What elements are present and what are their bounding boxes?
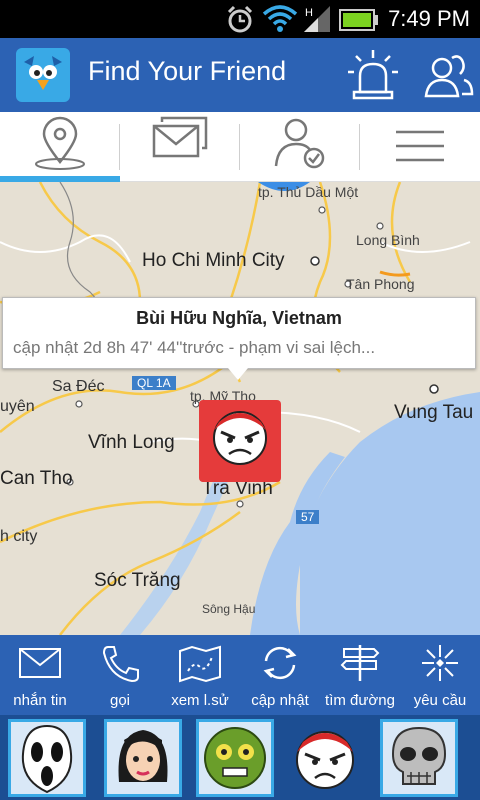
map-label-song-hau: Sông Hậu <box>202 602 256 616</box>
map-pin-icon <box>35 116 85 170</box>
map-view[interactable]: tp. Thủ Dầu Một Long Bình Ho Chi Minh Ci… <box>0 182 480 635</box>
friend-avatar-angry-selected[interactable] <box>286 719 364 797</box>
tab-messages[interactable] <box>120 112 240 182</box>
map-route-57: 57 <box>296 510 320 524</box>
info-window-title: Bùi Hữu Nghĩa, Vietnam <box>136 308 342 328</box>
action-call-button[interactable]: gọi <box>80 635 160 715</box>
friend-avatar-zombie[interactable] <box>196 719 274 797</box>
tab-menu[interactable] <box>360 112 480 182</box>
alarm-clock-icon <box>227 5 253 33</box>
tab-bar <box>0 112 480 182</box>
friends-strip <box>0 715 480 800</box>
app-title: Find Your Friend <box>88 56 287 86</box>
refresh-icon <box>263 646 297 680</box>
envelope-icon <box>19 648 61 678</box>
ghost-mask-avatar-icon <box>21 724 73 794</box>
map-label-thu-dau-mot: tp. Thủ Dầu Một <box>258 184 359 200</box>
action-message-button[interactable]: nhắn tin <box>0 635 80 715</box>
svg-text:H: H <box>305 7 313 19</box>
signal-icon: H <box>304 6 330 32</box>
alert-button[interactable] <box>344 46 402 104</box>
phone-icon <box>102 646 139 683</box>
action-directions-button[interactable]: tìm đường <box>320 635 400 715</box>
action-bar: nhắn tin gọi xem l.sử cập nhật tìm đường <box>0 635 480 715</box>
action-history-button[interactable]: xem l.sử <box>160 635 240 715</box>
battery-icon <box>339 9 378 31</box>
friend-avatar-girl[interactable] <box>104 719 182 797</box>
friend-location-marker[interactable] <box>199 400 281 482</box>
map-label-hcm: Ho Chi Minh City <box>142 250 285 271</box>
friend-avatar-ghost[interactable] <box>8 719 86 797</box>
app-logo[interactable] <box>16 48 70 102</box>
map-history-icon <box>179 645 221 683</box>
siren-icon <box>348 50 398 100</box>
skull-avatar-icon <box>391 726 447 785</box>
tab-contacts[interactable] <box>240 112 360 182</box>
menu-icon <box>396 130 444 162</box>
map-label-tan-phong: Tân Phong <box>346 276 415 292</box>
map-label-vung-tau: Vung Tau <box>394 402 474 423</box>
request-icon <box>422 645 458 681</box>
zombie-avatar-icon <box>204 727 266 789</box>
map-label-h-city: h city <box>0 528 38 545</box>
info-window-pointer <box>228 368 248 380</box>
map-label-uyen: uyên <box>0 398 35 415</box>
map-label-vinh-long: Vĩnh Long <box>88 432 175 453</box>
map-label-sa-dec: Sa Đéc <box>52 378 105 395</box>
map-label-soc-trang: Sóc Trăng <box>94 570 181 591</box>
girl-avatar-icon <box>118 730 168 782</box>
action-request-button[interactable]: yêu cầu <box>400 635 480 715</box>
status-bar: H 7:49 PM <box>0 0 480 38</box>
status-time: 7:49 PM <box>388 6 470 31</box>
angry-face-avatar-icon <box>296 731 354 789</box>
map-label-long-binh: Long Bình <box>356 232 420 248</box>
tab-map[interactable] <box>0 112 120 182</box>
friends-button[interactable] <box>420 46 478 104</box>
user-check-icon <box>274 118 325 169</box>
map-route-ql1a: QL 1A <box>132 376 176 390</box>
wifi-icon <box>262 5 298 32</box>
friend-avatar-skull[interactable] <box>380 719 458 797</box>
friends-icon <box>424 55 474 98</box>
info-window-subtitle: cập nhật 2d 8h 47' 44''trước - phạm vi s… <box>13 338 376 357</box>
signpost-icon <box>340 645 380 681</box>
messages-icon <box>152 116 208 158</box>
action-update-button[interactable]: cập nhật <box>240 635 320 715</box>
map-info-window[interactable]: Bùi Hữu Nghĩa, Vietnam cập nhật 2d 8h 47… <box>2 297 476 369</box>
map-label-can-tho: Can Tho <box>0 468 73 489</box>
app-bar: Find Your Friend <box>0 38 480 112</box>
angry-face-icon <box>213 411 267 465</box>
action-request-label: yêu cầu <box>413 692 467 709</box>
bird-logo-icon <box>24 56 62 90</box>
